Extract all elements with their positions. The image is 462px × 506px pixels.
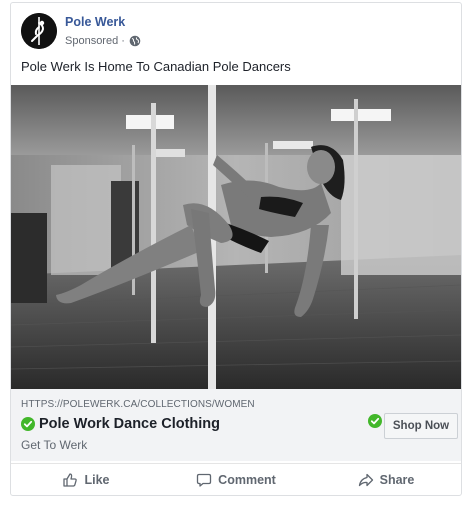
page-avatar[interactable] bbox=[21, 13, 57, 49]
link-preview[interactable]: HTTPS://POLEWERK.CA/COLLECTIONS/WOMEN Po… bbox=[11, 389, 461, 461]
ad-photo[interactable] bbox=[11, 85, 461, 389]
share-label: Share bbox=[379, 472, 415, 487]
sponsored-post-card: Pole Werk Sponsored · Pole Werk Is Home … bbox=[10, 2, 462, 496]
like-label: Like bbox=[84, 472, 110, 487]
check-circle-icon bbox=[368, 414, 382, 428]
like-button[interactable]: Like bbox=[11, 464, 161, 495]
check-circle-icon bbox=[21, 417, 35, 431]
share-button[interactable]: Share bbox=[311, 464, 461, 495]
sponsored-line: Sponsored · bbox=[65, 35, 141, 47]
link-description: Get To Werk bbox=[21, 438, 88, 452]
link-title-row[interactable]: Pole Work Dance Clothing bbox=[21, 416, 220, 432]
page-name-link[interactable]: Pole Werk bbox=[65, 15, 125, 29]
shop-now-button[interactable]: Shop Now bbox=[384, 413, 458, 439]
pole-dance-studio-photo bbox=[11, 85, 461, 389]
share-arrow-icon bbox=[358, 473, 373, 486]
pole-dancer-logo-icon bbox=[21, 13, 57, 49]
globe-icon[interactable] bbox=[129, 35, 141, 47]
post-actions-bar: Like Comment Share bbox=[11, 463, 461, 495]
post-caption: Pole Werk Is Home To Canadian Pole Dance… bbox=[21, 59, 291, 74]
link-title: Pole Work Dance Clothing bbox=[39, 416, 221, 432]
link-url[interactable]: HTTPS://POLEWERK.CA/COLLECTIONS/WOMEN bbox=[21, 399, 255, 410]
comment-label: Comment bbox=[218, 472, 276, 487]
comment-button[interactable]: Comment bbox=[161, 464, 311, 495]
post-header: Pole Werk Sponsored · bbox=[21, 13, 451, 53]
thumbs-up-icon bbox=[63, 472, 78, 487]
speech-bubble-icon bbox=[197, 473, 212, 487]
sponsored-label: Sponsored · bbox=[65, 35, 125, 47]
